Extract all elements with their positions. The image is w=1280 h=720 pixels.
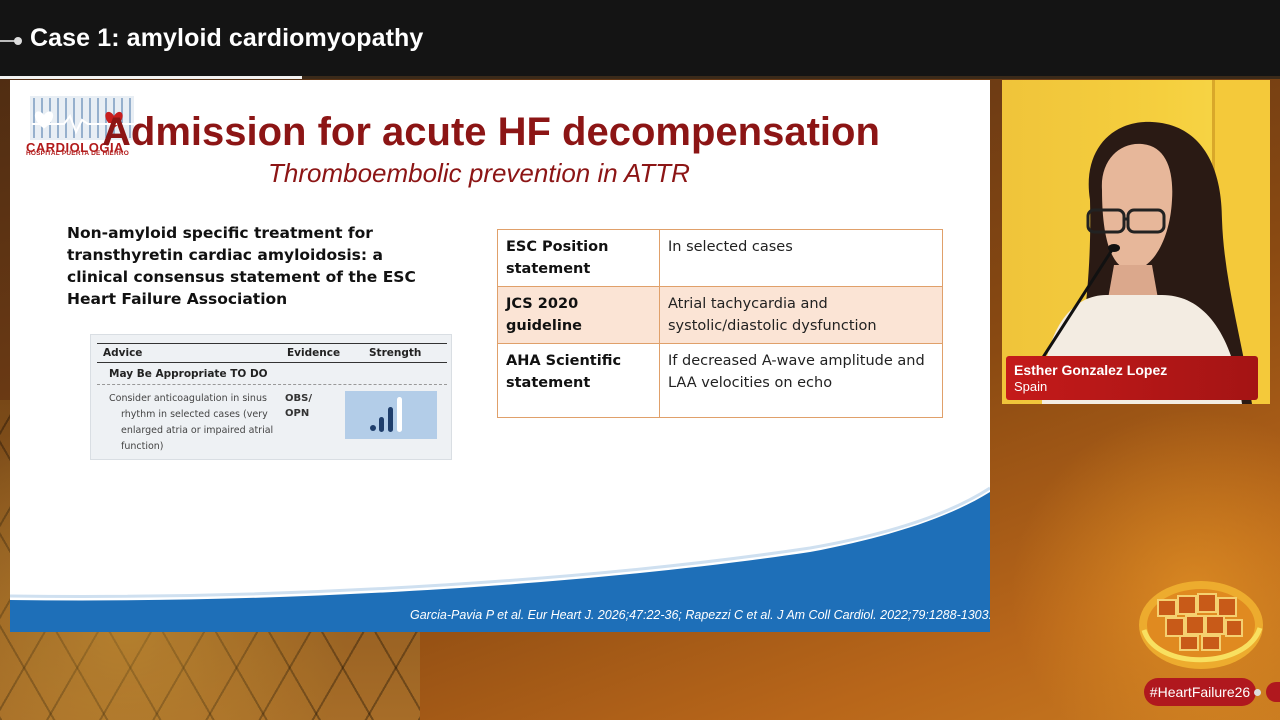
strength-column-header: Strength bbox=[369, 347, 422, 359]
session-title: Case 1: amyloid cardiomyopathy bbox=[30, 24, 424, 52]
accent-track bbox=[302, 76, 1280, 79]
guideline-source: JCS 2020 guideline bbox=[497, 286, 660, 344]
advice-section-label: May Be Appropriate TO DO bbox=[97, 365, 447, 385]
heart-failure-logo-icon bbox=[1139, 581, 1263, 669]
advice-line: enlarged atria or impaired atrial bbox=[121, 425, 274, 436]
hashtag-dot-icon bbox=[1254, 689, 1261, 696]
slide-subtitle: Thromboembolic prevention in ATTR bbox=[268, 158, 690, 188]
title-dot-icon bbox=[14, 37, 22, 45]
advice-text: Consider anticoagulation in sinus rhythm… bbox=[109, 391, 274, 455]
advice-line: Consider anticoagulation in sinus bbox=[109, 393, 267, 404]
speaker-name: Esther Gonzalez Lopez bbox=[1014, 362, 1168, 378]
progress-accent bbox=[0, 76, 302, 79]
hashtag-bar-decoration bbox=[1266, 682, 1280, 702]
slide-citation: Garcia-Pavia P et al. Eur Heart J. 2026;… bbox=[410, 608, 990, 622]
table-row: ESC Position statement In selected cases bbox=[497, 229, 943, 287]
signal-bars-icon bbox=[370, 397, 402, 432]
guideline-recommendation: In selected cases bbox=[659, 229, 943, 287]
advice-line: function) bbox=[121, 441, 164, 452]
evidence-value: OBS/ OPN bbox=[285, 391, 312, 421]
advice-table-header: Advice Evidence Strength bbox=[97, 343, 447, 363]
presentation-slide: CARDIOLOGIA HOSPITAL PUERTA DE HIERRO Ad… bbox=[10, 80, 990, 632]
consensus-heading: Non-amyloid specific treatment for trans… bbox=[67, 224, 416, 308]
guideline-recommendation: Atrial tachycardia and systolic/diastoli… bbox=[659, 286, 943, 344]
advice-line: rhythm in selected cases (very bbox=[121, 409, 268, 420]
evidence-line: OPN bbox=[285, 408, 310, 419]
advice-table: Advice Evidence Strength May Be Appropri… bbox=[90, 334, 452, 460]
speaker-lower-third: Esther Gonzalez Lopez Spain bbox=[1006, 356, 1258, 400]
guideline-comparison-table: ESC Position statement In selected cases… bbox=[497, 229, 943, 418]
guideline-source: AHA Scientific statement bbox=[497, 343, 660, 418]
strength-cell bbox=[345, 391, 437, 439]
advice-column-header: Advice bbox=[103, 347, 143, 359]
table-row: AHA Scientific statement If decreased A-… bbox=[497, 343, 943, 418]
evidence-line: OBS/ bbox=[285, 393, 312, 404]
top-bar: Case 1: amyloid cardiomyopathy bbox=[0, 0, 1280, 76]
table-row: JCS 2020 guideline Atrial tachycardia an… bbox=[497, 286, 943, 344]
guideline-recommendation: If decreased A-wave amplitude and LAA ve… bbox=[659, 343, 943, 418]
evidence-column-header: Evidence bbox=[287, 347, 341, 359]
slide-title: Admission for acute HF decompensation bbox=[102, 110, 880, 154]
guideline-source: ESC Position statement bbox=[497, 229, 660, 287]
event-hashtag-badge: #HeartFailure26 bbox=[1144, 678, 1256, 706]
speaker-country: Spain bbox=[1014, 379, 1048, 394]
